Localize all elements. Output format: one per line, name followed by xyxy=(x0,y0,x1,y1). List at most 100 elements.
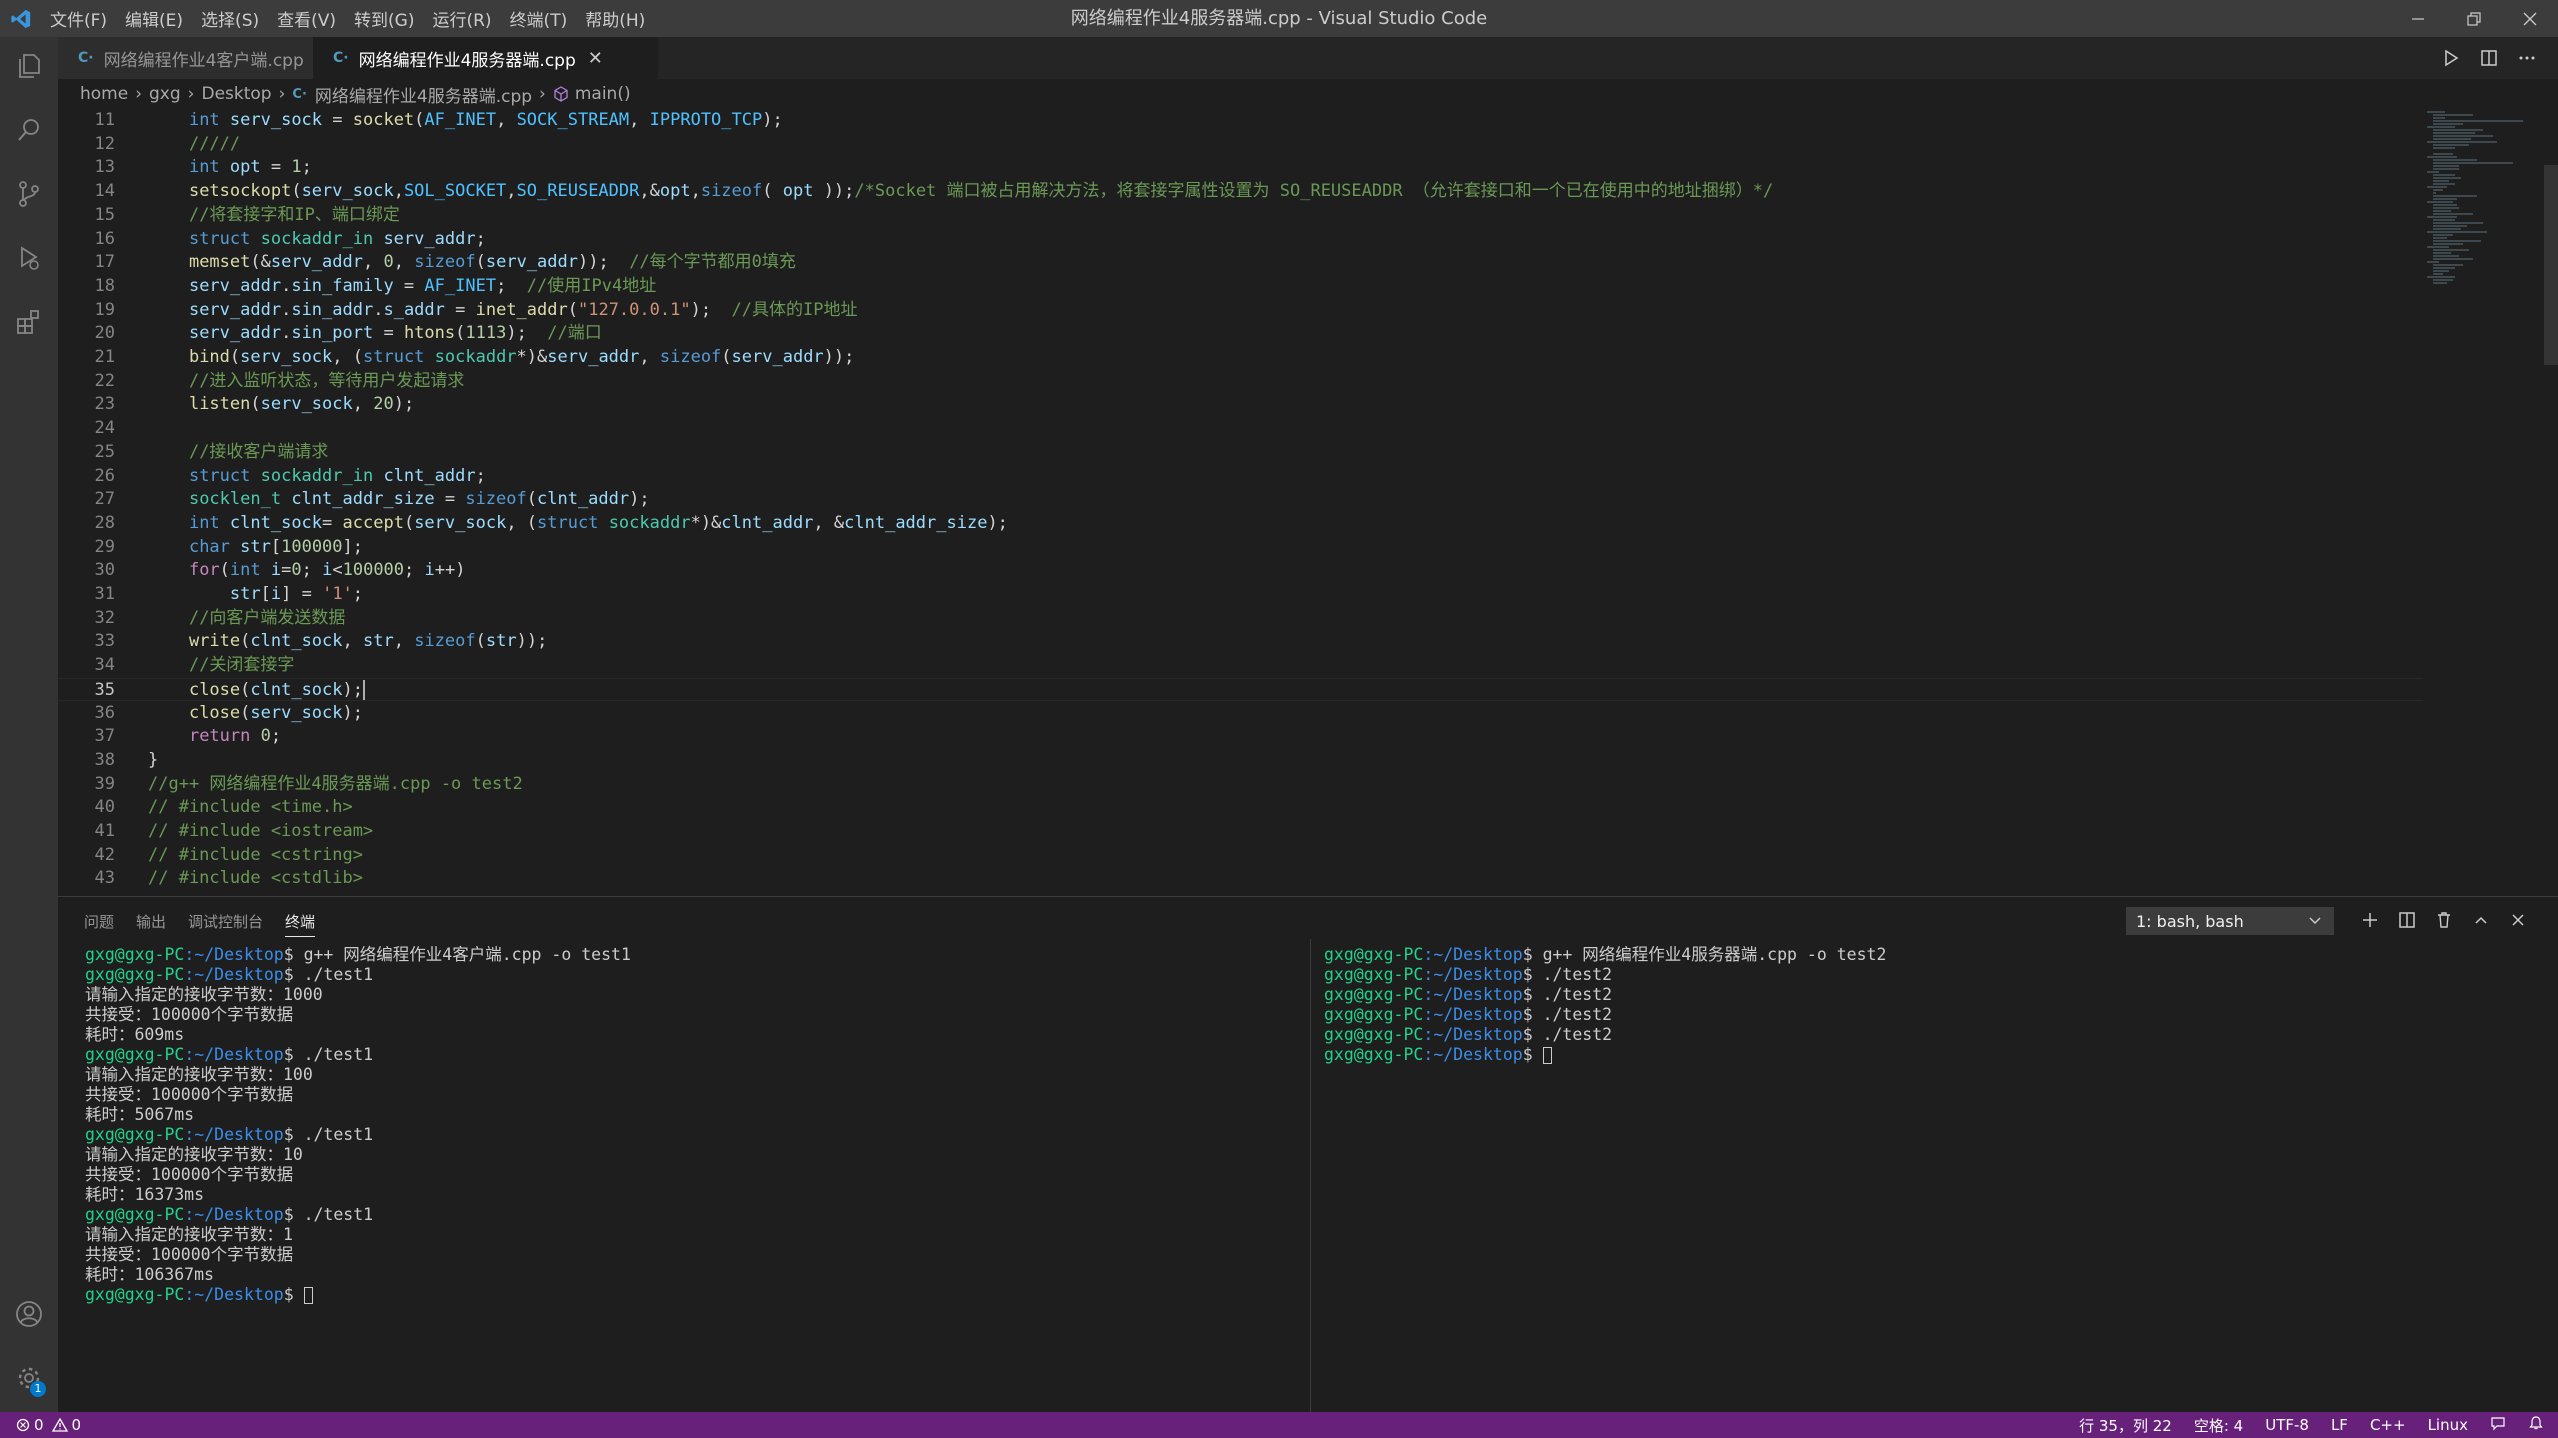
terminal-divider[interactable] xyxy=(1310,939,1311,1413)
code-line[interactable]: 42 // #include <cstring> xyxy=(58,844,2423,868)
run-file-button[interactable] xyxy=(2438,45,2464,71)
code-line[interactable]: 33 write(clnt_sock, str, sizeof(str)); xyxy=(58,630,2423,654)
code-line[interactable]: 39 //g++ 网络编程作业4服务器端.cpp -o test2 xyxy=(58,773,2423,797)
code-line[interactable]: 32 //向客户端发送数据 xyxy=(58,607,2423,631)
breadcrumb-item[interactable]: gxg xyxy=(149,84,181,104)
code-line[interactable]: 27 socklen_t clnt_addr_size = sizeof(cln… xyxy=(58,488,2423,512)
code-line[interactable]: 35 close(clnt_sock); xyxy=(58,677,2423,702)
terminal-left[interactable]: gxg@gxg-PC:~/Desktop$ g++ 网络编程作业4客户端.cpp… xyxy=(85,945,631,1305)
code-line[interactable]: 38} xyxy=(58,749,2423,773)
encoding[interactable]: UTF-8 xyxy=(2265,1416,2309,1434)
terminal-right[interactable]: gxg@gxg-PC:~/Desktop$ g++ 网络编程作业4服务器端.cp… xyxy=(1324,945,1886,1065)
code-line[interactable]: 36 close(serv_sock); xyxy=(58,702,2423,726)
code-token: ); xyxy=(342,702,363,723)
code-line[interactable]: 34 //关闭套接字 xyxy=(58,654,2423,678)
code-line[interactable]: 24 xyxy=(58,417,2423,441)
menu-run[interactable]: 运行(R) xyxy=(432,6,491,31)
menu-help[interactable]: 帮助(H) xyxy=(585,6,645,31)
run-debug-icon xyxy=(21,246,39,270)
tab-output[interactable]: 输出 xyxy=(136,911,166,937)
minimize-button[interactable] xyxy=(2390,0,2446,37)
code-line[interactable]: 16 struct sockaddr_in serv_addr; xyxy=(58,228,2423,252)
code-line[interactable]: 13 int opt = 1; xyxy=(58,156,2423,180)
code-line[interactable]: 23 listen(serv_sock, 20); xyxy=(58,393,2423,417)
prompt-user: gxg@gxg-PC xyxy=(1324,1005,1424,1024)
restore-button[interactable] xyxy=(2446,0,2502,37)
tab-debug-console[interactable]: 调试控制台 xyxy=(188,911,263,937)
search-icon xyxy=(18,119,39,141)
code-line[interactable]: 21 bind(serv_sock, (struct sockaddr*)&se… xyxy=(58,346,2423,370)
accounts-button[interactable] xyxy=(0,1285,58,1343)
code-line[interactable]: 43 // #include <cstdlib> xyxy=(58,867,2423,891)
code-line[interactable]: 14 setsockopt(serv_sock,SOL_SOCKET,SO_RE… xyxy=(58,180,2423,204)
breadcrumb-item[interactable]: Desktop xyxy=(201,84,271,104)
code-token: (& xyxy=(250,252,271,273)
close-window-button[interactable] xyxy=(2502,0,2558,37)
menu-view[interactable]: 查看(V) xyxy=(277,6,336,31)
breadcrumb-item[interactable]: 网络编程作业4服务器端.cpp xyxy=(315,82,532,107)
close-tab-icon[interactable]: ✕ xyxy=(588,48,603,69)
feedback-icon[interactable] xyxy=(2490,1415,2506,1435)
code-token: clnt_sock xyxy=(229,512,323,533)
manage-button[interactable]: 1 xyxy=(0,1349,58,1407)
code-line[interactable]: 41 // #include <iostream> xyxy=(58,820,2423,844)
code-line[interactable]: 30 for(int i=0; i<100000; i++) xyxy=(58,559,2423,583)
code-line[interactable]: 25 //接收客户端请求 xyxy=(58,441,2423,465)
terminal-select[interactable]: 1: bash, bash xyxy=(2126,907,2334,935)
menu-selection[interactable]: 选择(S) xyxy=(201,6,259,31)
code-line[interactable]: 20 serv_addr.sin_port = htons(1113); //端… xyxy=(58,322,2423,346)
menu-terminal[interactable]: 终端(T) xyxy=(510,6,568,31)
explorer-button[interactable] xyxy=(0,37,58,95)
run-debug-button[interactable] xyxy=(0,229,58,287)
more-actions-button[interactable] xyxy=(2514,45,2540,71)
tab-client-cpp[interactable]: C· 网络编程作业4客户端.cpp xyxy=(58,37,313,79)
code-line[interactable]: 28 int clnt_sock= accept(serv_sock, (str… xyxy=(58,512,2423,536)
code-token: ); xyxy=(506,323,548,344)
source-control-button[interactable] xyxy=(0,165,58,223)
code-line[interactable]: 22 //进入监听状态，等待用户发起请求 xyxy=(58,370,2423,394)
menu-edit[interactable]: 编辑(E) xyxy=(125,6,183,31)
bell-icon[interactable] xyxy=(2528,1415,2544,1435)
code-line[interactable]: 26 struct sockaddr_in clnt_addr; xyxy=(58,465,2423,489)
tab-problems[interactable]: 问题 xyxy=(84,911,114,937)
code-line[interactable]: 17 memset(&serv_addr, 0, sizeof(serv_add… xyxy=(58,251,2423,275)
cursor-position[interactable]: 行 35，列 22 xyxy=(2079,1415,2172,1436)
code-line[interactable]: 19 serv_addr.sin_addr.s_addr = inet_addr… xyxy=(58,299,2423,323)
new-terminal-button[interactable] xyxy=(2358,908,2382,932)
code-token: /*Socket 端口被占用解决方法，将套接字属性设置为 SO_REUSEADD… xyxy=(854,181,1774,202)
language-mode[interactable]: C++ xyxy=(2370,1416,2406,1434)
close-panel-button[interactable] xyxy=(2506,908,2530,932)
code-line[interactable]: 29 char str[100000]; xyxy=(58,536,2423,560)
code-line[interactable]: 37 return 0; xyxy=(58,725,2423,749)
maximize-panel-button[interactable] xyxy=(2469,908,2493,932)
breadcrumb-item[interactable]: home xyxy=(80,84,128,104)
end-of-line[interactable]: LF xyxy=(2331,1416,2348,1434)
editor-scrollbar[interactable] xyxy=(2544,165,2558,365)
breadcrumb-item[interactable]: main() xyxy=(575,84,631,104)
terminal-output: 共接受：100000个字节数据 xyxy=(85,1245,294,1264)
code-line[interactable]: 31 str[i] = '1'; xyxy=(58,583,2423,607)
code-line[interactable]: 11 int serv_sock = socket(AF_INET, SOCK_… xyxy=(58,109,2423,133)
tab-terminal[interactable]: 终端 xyxy=(285,911,316,937)
indentation[interactable]: 空格: 4 xyxy=(2194,1415,2243,1436)
code-editor[interactable]: 11 int serv_sock = socket(AF_INET, SOCK_… xyxy=(58,109,2423,896)
menu-go[interactable]: 转到(G) xyxy=(354,6,414,31)
menu-file[interactable]: 文件(F) xyxy=(50,6,107,31)
code-token: int xyxy=(188,157,230,178)
kill-terminal-button[interactable] xyxy=(2432,908,2456,932)
code-token: int xyxy=(188,512,230,533)
minimap[interactable] xyxy=(2423,109,2543,896)
code-line[interactable]: 40 // #include <time.h> xyxy=(58,796,2423,820)
code-line[interactable]: 12 ///// xyxy=(58,133,2423,157)
minimap-line xyxy=(2433,267,2455,269)
tab-server-cpp[interactable]: C· 网络编程作业4服务器端.cpp ✕ xyxy=(313,37,658,79)
code-line[interactable]: 18 serv_addr.sin_family = AF_INET; //使用I… xyxy=(58,275,2423,299)
split-editor-button[interactable] xyxy=(2476,45,2502,71)
os-indicator[interactable]: Linux xyxy=(2428,1416,2468,1434)
code-line[interactable]: 15 //将套接字和IP、端口绑定 xyxy=(58,204,2423,228)
split-terminal-button[interactable] xyxy=(2395,908,2419,932)
problems-status[interactable]: 0 0 xyxy=(16,1412,81,1438)
extensions-button[interactable] xyxy=(0,293,58,351)
search-view-button[interactable] xyxy=(0,101,58,159)
code-token: // #include <cstring> xyxy=(148,844,363,865)
